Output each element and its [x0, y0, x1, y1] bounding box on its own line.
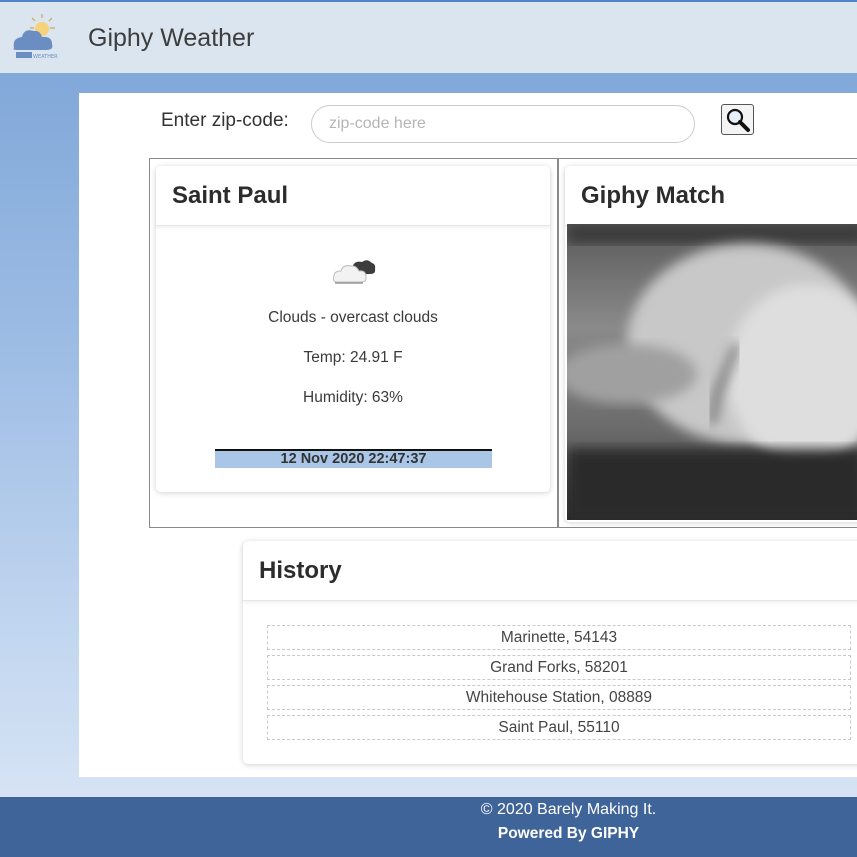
magnifier-icon — [726, 108, 750, 132]
history-list: Marinette, 54143 Grand Forks, 58201 Whit… — [267, 625, 851, 745]
giphy-card-header: Giphy Match — [565, 166, 857, 226]
history-card-header: History — [243, 541, 857, 601]
giphy-card: Giphy Match — [565, 166, 857, 522]
humidity: Humidity: 63% — [303, 389, 403, 406]
footer: © 2020 Barely Making It. Powered By GIPH… — [0, 797, 857, 857]
app-logo[interactable]: WEATHER — [8, 12, 62, 64]
weather-description: Clouds - overcast clouds — [268, 309, 438, 326]
app-title[interactable]: Giphy Weather — [88, 24, 254, 53]
navbar: WEATHER Giphy Weather — [0, 2, 857, 73]
history-title: History — [259, 557, 342, 584]
city-name: Saint Paul — [172, 182, 289, 209]
history-item[interactable]: Whitehouse Station, 08889 — [267, 685, 851, 710]
timestamp: 12 Nov 2020 22:47:37 — [215, 449, 492, 468]
weather-card: Saint Paul Clouds - overcast clouds Temp… — [156, 166, 550, 492]
zip-code-label: Enter zip-code: — [161, 110, 289, 131]
zip-code-input[interactable] — [311, 105, 695, 143]
svg-text:WEATHER: WEATHER — [33, 54, 58, 60]
history-item[interactable]: Marinette, 54143 — [267, 625, 851, 650]
footer-powered-by[interactable]: Powered By GIPHY — [0, 825, 857, 843]
search-button[interactable] — [721, 104, 754, 135]
cloud-icon — [332, 260, 376, 284]
weather-card-header: Saint Paul — [156, 166, 550, 226]
giphy-title: Giphy Match — [581, 182, 726, 209]
giphy-image[interactable] — [567, 224, 857, 520]
footer-copyright: © 2020 Barely Making It. — [480, 801, 657, 818]
temperature: Temp: 24.91 F — [303, 349, 403, 366]
history-card: History Marinette, 54143 Grand Forks, 58… — [243, 541, 857, 764]
history-item[interactable]: Saint Paul, 55110 — [267, 715, 851, 740]
history-item[interactable]: Grand Forks, 58201 — [267, 655, 851, 680]
